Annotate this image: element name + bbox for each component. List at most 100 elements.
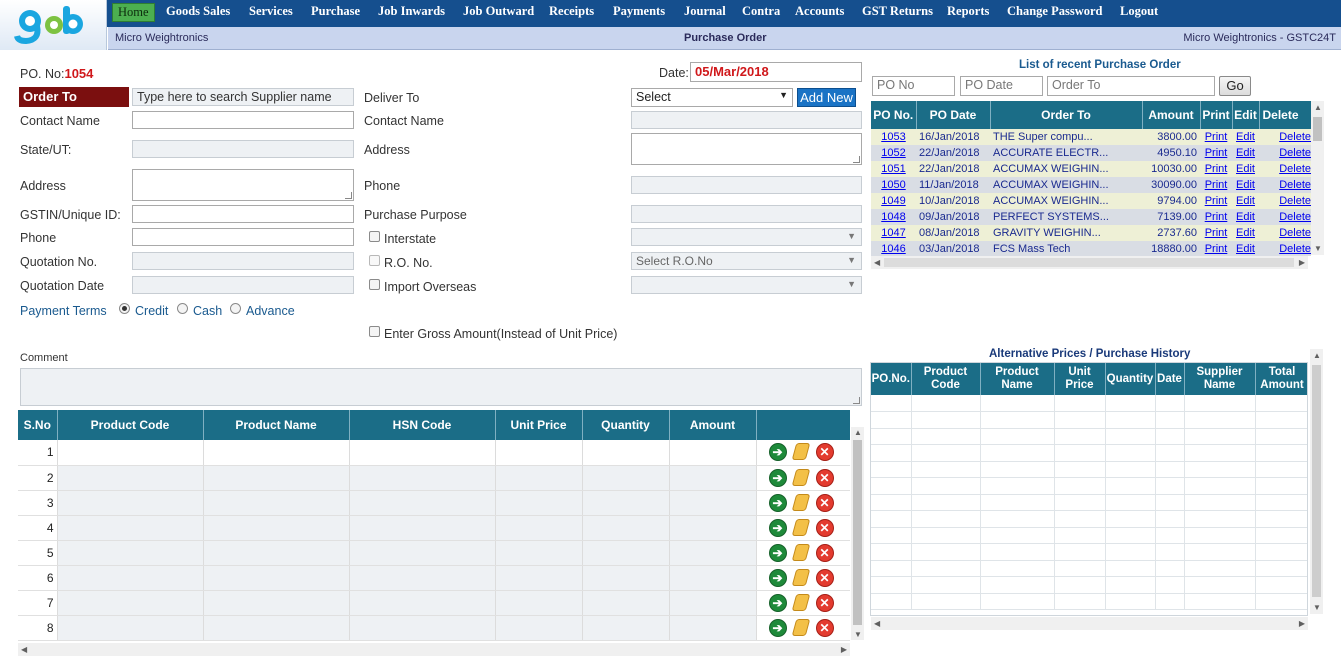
po-link[interactable]: 1048	[871, 209, 916, 225]
edit-link[interactable]: Edit	[1232, 225, 1259, 241]
row-cell-input[interactable]	[349, 440, 496, 466]
go-icon[interactable]: ➔	[768, 443, 787, 461]
row-cell-input[interactable]	[582, 515, 670, 541]
po-link[interactable]: 1049	[871, 193, 916, 209]
nav-receipts[interactable]: Receipts	[549, 4, 594, 19]
delete-icon[interactable]: ✕	[815, 618, 834, 637]
print-link[interactable]: Print	[1200, 225, 1232, 241]
edit-link[interactable]: Edit	[1232, 241, 1259, 256]
po-link[interactable]: 1051	[871, 161, 916, 177]
row-cell-input[interactable]	[203, 615, 350, 641]
nav-reports[interactable]: Reports	[947, 4, 989, 19]
supplier-search-input[interactable]: Type here to search Supplier name	[132, 88, 354, 106]
go-icon[interactable]: ➔	[768, 468, 787, 487]
delete-icon[interactable]: ✕	[815, 468, 834, 487]
app-logo[interactable]	[0, 0, 107, 50]
edit-link[interactable]: Edit	[1232, 161, 1259, 177]
row-cell-input[interactable]	[57, 565, 204, 591]
nav-job-inwards[interactable]: Job Inwards	[378, 4, 445, 19]
nav-services[interactable]: Services	[249, 4, 293, 19]
filter-po-date-input[interactable]: PO Date	[960, 76, 1043, 96]
row-cell-input[interactable]	[57, 440, 204, 466]
row-cell-input[interactable]	[669, 515, 757, 541]
print-link[interactable]: Print	[1200, 241, 1232, 256]
add-new-button[interactable]: Add New	[797, 88, 856, 107]
row-cell-input[interactable]	[669, 615, 757, 641]
deliver-address-textarea[interactable]	[631, 133, 862, 165]
row-cell-input[interactable]	[349, 465, 496, 491]
row-cell-input[interactable]	[495, 615, 583, 641]
row-cell-input[interactable]	[57, 490, 204, 516]
row-cell-input[interactable]	[669, 565, 757, 591]
go-icon[interactable]: ➔	[768, 493, 787, 512]
row-cell-input[interactable]	[495, 440, 583, 466]
nav-gst-returns[interactable]: GST Returns	[862, 4, 933, 19]
row-cell-input[interactable]	[582, 440, 670, 466]
row-cell-input[interactable]	[349, 540, 496, 566]
row-cell-input[interactable]	[669, 540, 757, 566]
go-icon[interactable]: ➔	[768, 568, 787, 587]
row-cell-input[interactable]	[495, 540, 583, 566]
po-link[interactable]: 1050	[871, 177, 916, 193]
alt-prices-horizontal-scrollbar[interactable]: ◀ ▶	[871, 617, 1308, 630]
nav-home[interactable]: Home	[112, 3, 155, 22]
nav-payments[interactable]: Payments	[613, 4, 665, 19]
row-cell-input[interactable]	[495, 515, 583, 541]
purchase-purpose-input[interactable]	[631, 205, 862, 223]
nav-job-outward[interactable]: Job Outward	[463, 4, 534, 19]
nav-goods-sales[interactable]: Goods Sales	[166, 4, 230, 19]
row-cell-input[interactable]	[203, 440, 350, 466]
row-cell-input[interactable]	[349, 615, 496, 641]
radio-advance[interactable]	[230, 303, 241, 314]
row-cell-input[interactable]	[669, 465, 757, 491]
row-cell-input[interactable]	[582, 565, 670, 591]
row-cell-input[interactable]	[495, 565, 583, 591]
edit-pencil-icon[interactable]	[791, 468, 810, 486]
items-horizontal-scrollbar[interactable]: ◀ ▶	[18, 643, 850, 656]
import-overseas-select[interactable]: ▼	[631, 276, 862, 294]
deliver-contact-input[interactable]	[631, 111, 862, 129]
row-cell-input[interactable]	[349, 490, 496, 516]
delete-icon[interactable]: ✕	[815, 518, 834, 537]
nav-logout[interactable]: Logout	[1120, 4, 1158, 19]
delete-link[interactable]: Delete	[1259, 145, 1311, 161]
edit-pencil-icon[interactable]	[791, 568, 810, 586]
po-link[interactable]: 1052	[871, 145, 916, 161]
delete-link[interactable]: Delete	[1259, 193, 1311, 209]
edit-pencil-icon[interactable]	[791, 593, 810, 611]
row-cell-input[interactable]	[57, 465, 204, 491]
edit-pencil-icon[interactable]	[791, 443, 810, 460]
row-cell-input[interactable]	[203, 490, 350, 516]
items-vertical-scrollbar[interactable]: ▲ ▼	[851, 427, 864, 640]
alt-prices-vertical-scrollbar[interactable]: ▲ ▼	[1310, 349, 1323, 614]
row-cell-input[interactable]	[669, 440, 757, 466]
address-textarea[interactable]	[132, 169, 354, 201]
recent-po-horizontal-scrollbar[interactable]: ◀ ▶	[871, 256, 1308, 269]
row-cell-input[interactable]	[203, 515, 350, 541]
quotation-date-input[interactable]	[132, 276, 354, 294]
edit-pencil-icon[interactable]	[791, 543, 810, 561]
row-cell-input[interactable]	[349, 515, 496, 541]
edit-pencil-icon[interactable]	[791, 618, 810, 636]
delete-link[interactable]: Delete	[1259, 129, 1311, 145]
row-cell-input[interactable]	[57, 515, 204, 541]
nav-contra[interactable]: Contra	[742, 4, 780, 19]
go-icon[interactable]: ➔	[768, 543, 787, 562]
row-cell-input[interactable]	[349, 590, 496, 616]
go-icon[interactable]: ➔	[768, 618, 787, 637]
edit-link[interactable]: Edit	[1232, 209, 1259, 225]
row-cell-input[interactable]	[203, 590, 350, 616]
delete-icon[interactable]: ✕	[815, 543, 834, 562]
row-cell-input[interactable]	[495, 465, 583, 491]
print-link[interactable]: Print	[1200, 145, 1232, 161]
gstin-input[interactable]	[132, 205, 354, 223]
row-cell-input[interactable]	[582, 465, 670, 491]
edit-pencil-icon[interactable]	[791, 518, 810, 536]
deliver-to-select[interactable]: Select ▼	[631, 88, 793, 107]
row-cell-input[interactable]	[669, 490, 757, 516]
print-link[interactable]: Print	[1200, 209, 1232, 225]
interstate-checkbox[interactable]	[369, 231, 380, 242]
delete-icon[interactable]: ✕	[815, 593, 834, 612]
nav-change-password[interactable]: Change Password	[1007, 4, 1103, 19]
import-overseas-checkbox[interactable]	[369, 279, 380, 290]
